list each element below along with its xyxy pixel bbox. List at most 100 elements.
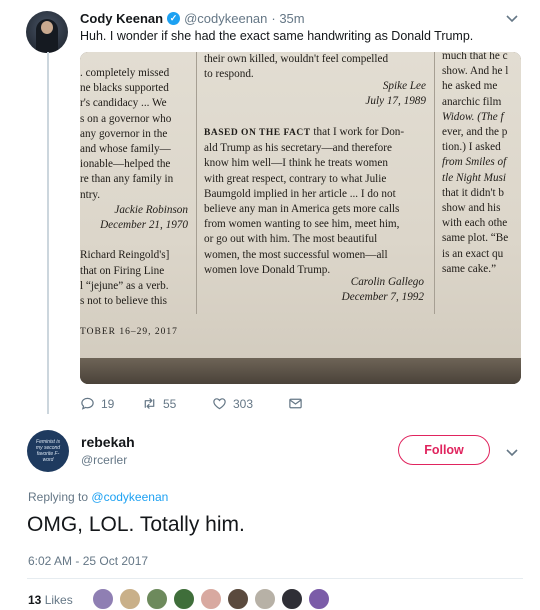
retweet-icon: [144, 398, 155, 409]
photo-text-line: ne blacks supported: [80, 82, 169, 95]
liker-avatar[interactable]: [119, 588, 141, 610]
envelope-icon: [289, 398, 302, 409]
avatar-text: Feminist is my second favorite F-word: [35, 439, 61, 463]
photo-text-line: ntry.: [80, 188, 101, 201]
liker-avatar[interactable]: [281, 588, 303, 610]
tweet-header: Cody Keenan ✓ @codykeenan · 35m: [80, 11, 305, 26]
thread-line: [47, 52, 49, 414]
photo-text-line: know him well—I think he treats women: [204, 157, 388, 170]
replying-to: Replying to @codykeenan: [28, 490, 168, 504]
photo-text-line: from Smiles of: [442, 156, 507, 169]
photo-text-line: re than any family in: [80, 173, 174, 186]
photo-text-line: anarchic film: [442, 95, 502, 108]
photo-text-line: tle Night Musi: [442, 171, 507, 184]
photo-text-line: r's candidacy ... We: [80, 97, 167, 110]
likes-stat[interactable]: 13 Likes: [28, 593, 73, 607]
photo-text-line: . completely missed: [80, 67, 170, 79]
signature-carolin-gallego: Carolin Gallego December 7, 1992: [204, 275, 424, 305]
liker-avatar[interactable]: [146, 588, 168, 610]
verified-badge-icon: ✓: [167, 12, 181, 25]
photo-column-middle-top: their own killed, wouldn't feel compelle…: [204, 52, 388, 82]
photo-text-line: show and his: [442, 202, 501, 215]
reply-text: OMG, LOL. Totally him.: [27, 513, 245, 536]
rebekah-avatar[interactable]: Feminist is my second favorite F-word: [27, 430, 69, 472]
photo-text-line: s on a governor who: [80, 112, 172, 125]
chevron-down-icon[interactable]: [506, 12, 518, 26]
likes-label: Likes: [44, 593, 73, 607]
likes-count: 13: [28, 593, 42, 607]
photo-text-line: July 17, 1989: [365, 95, 426, 108]
column-rule: [434, 52, 435, 314]
author-name[interactable]: Cody Keenan: [80, 11, 163, 26]
photo-text-line: with each othe: [442, 217, 508, 230]
photo-text-line: women, the most successful women—all: [204, 248, 388, 261]
like-count: 303: [233, 396, 254, 411]
photo-text-line: s not to believe this: [80, 295, 168, 308]
replying-prefix: Replying to: [28, 490, 89, 504]
photo-text-line: and whose family—: [80, 143, 171, 156]
photo-text-line: that it didn't b: [442, 186, 504, 199]
photo-text-line: Widow. (The f: [442, 110, 504, 123]
direct-message-action[interactable]: [288, 396, 303, 411]
heart-icon: [213, 398, 226, 410]
photo-text-line: same plot. “Be: [442, 232, 509, 245]
photo-text-line: l “jejune” as a verb.: [80, 279, 169, 292]
reply-author-handle[interactable]: @rcerler: [81, 453, 127, 467]
avatar-face: [41, 21, 53, 34]
likers-avatars: [92, 588, 335, 610]
photo-text-line: Baumgold implied in her article ... I do…: [204, 187, 396, 200]
magazine-page: . completely missed ne blacks supported r'…: [80, 52, 521, 362]
liker-avatar[interactable]: [254, 588, 276, 610]
retweet-count: 55: [163, 396, 177, 411]
retweet-action[interactable]: 55: [142, 396, 212, 411]
like-action[interactable]: 303: [212, 396, 288, 411]
reply-timestamp[interactable]: 6:02 AM - 25 Oct 2017: [28, 554, 148, 568]
liker-avatar[interactable]: [173, 588, 195, 610]
cody-keenan-avatar[interactable]: [26, 11, 68, 53]
photo-text-line: tion.) I asked: [442, 141, 501, 154]
photo-text-line: with great respect, contrary to what Jul…: [204, 172, 387, 185]
liker-avatar[interactable]: [227, 588, 249, 610]
photo-text-line: he asked me: [442, 80, 498, 93]
divider: [27, 578, 523, 579]
signature-spike-lee: Spike Lee July 17, 1989: [204, 79, 426, 109]
letter-lead-in: BASED ON THE FACT: [204, 128, 311, 138]
reply-author-name[interactable]: rebekah: [81, 434, 135, 450]
chevron-down-icon[interactable]: [506, 446, 518, 460]
photo-text-line: same cake.”: [442, 262, 497, 275]
tweet-time[interactable]: · 35m: [271, 11, 304, 26]
photo-column-right: much that he c show. And he l he asked me a…: [442, 52, 508, 277]
photo-text-line: ionable—helped the: [80, 158, 171, 171]
photo-text-line: from women wanting to see him, meet him,: [204, 218, 400, 231]
replying-to-link[interactable]: @codykeenan: [91, 490, 168, 504]
photo-text-line: Jackie Robinson: [114, 203, 188, 216]
reply-action[interactable]: 19: [80, 396, 142, 411]
desk-surface: [80, 358, 521, 384]
column-rule: [196, 52, 197, 314]
photo-text-line: ever, and the p: [442, 126, 508, 139]
photo-text-line: much that he c: [442, 52, 508, 62]
photo-text-line: any governor in the: [80, 127, 168, 140]
photo-text-line: [80, 233, 188, 248]
author-handle[interactable]: @codykeenan: [184, 11, 267, 26]
photo-text-line: ald Trump as his secretary—and therefore: [204, 142, 392, 155]
photo-text-line: Richard Reingold's]: [80, 249, 170, 262]
liker-avatar[interactable]: [308, 588, 330, 610]
liker-avatar[interactable]: [200, 588, 222, 610]
photo-text-line: their own killed, wouldn't feel compelle…: [204, 53, 389, 65]
photo-text-line: that on Firing Line: [80, 264, 165, 277]
tweet-photo[interactable]: . completely missed ne blacks supported r'…: [80, 52, 521, 384]
photo-issue-date: TOBER 16–29, 2017: [80, 327, 178, 337]
photo-text-line: is an exact qu: [442, 247, 504, 260]
reply-count: 19: [101, 396, 115, 411]
tweet-actions: 19 55 303: [80, 396, 303, 411]
follow-button[interactable]: Follow: [398, 435, 490, 465]
photo-column-middle-body: BASED ON THE FACT that I work for Don-al…: [204, 125, 404, 278]
reply-icon: [81, 397, 94, 410]
photo-text-line: show. And he l: [442, 65, 509, 78]
photo-text-line: BASED ON THE FACT that I work for Don-: [204, 126, 405, 138]
tweet-text: Huh. I wonder if she had the exact same …: [80, 29, 474, 43]
liker-avatar[interactable]: [92, 588, 114, 610]
photo-text-line: December 21, 1970: [100, 219, 188, 232]
photo-text-line: Carolin Gallego: [350, 276, 424, 288]
